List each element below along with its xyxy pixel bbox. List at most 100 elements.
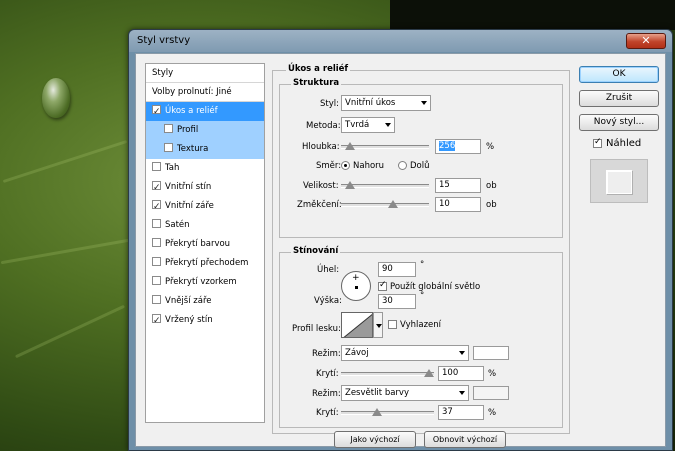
preview-label[interactable]: Náhled xyxy=(606,138,641,149)
direction-down-radio[interactable] xyxy=(398,161,407,170)
sidebar-item[interactable]: Překrytí přechodem xyxy=(146,254,264,273)
technique-dropdown[interactable]: Tvrdá xyxy=(341,117,395,133)
highlight-opacity-slider[interactable] xyxy=(341,369,434,377)
style-label: Styl: xyxy=(320,99,339,109)
sidebar-item-checkbox[interactable] xyxy=(152,295,161,304)
leaf-vein xyxy=(0,238,130,265)
reset-default-button[interactable]: Obnovit výchozí xyxy=(424,431,506,448)
dark-background-area xyxy=(390,0,675,30)
angle-label: Úhel: xyxy=(317,265,340,275)
style-preview-swatch xyxy=(590,159,648,203)
cancel-button[interactable]: Zrušit xyxy=(579,90,659,107)
sidebar-item[interactable]: Volby prolnutí: Jiné xyxy=(146,83,264,102)
layer-style-dialog: Styl vrstvy ✕ Styly Volby prolnutí: Jiné Ú… xyxy=(128,29,673,451)
sidebar-item-checkbox[interactable] xyxy=(152,219,161,228)
soften-value: 10 xyxy=(439,199,450,209)
shadow-opacity-input[interactable]: 37 xyxy=(438,405,484,420)
slider-thumb[interactable] xyxy=(345,142,355,150)
slider-thumb[interactable] xyxy=(388,200,398,208)
ok-button[interactable]: OK xyxy=(579,66,659,83)
global-light-checkbox[interactable] xyxy=(378,280,387,291)
direction-down-label[interactable]: Dolů xyxy=(410,161,430,171)
soften-input[interactable]: 10 xyxy=(435,197,481,212)
sidebar-item[interactable]: Satén xyxy=(146,216,264,235)
direction-up-radio[interactable] xyxy=(341,161,350,170)
highlight-mode-value: Závoj xyxy=(345,348,369,358)
altitude-label: Výška: xyxy=(314,296,342,306)
altitude-unit: ° xyxy=(420,291,425,301)
slider-thumb[interactable] xyxy=(345,181,355,189)
gloss-contour-picker[interactable] xyxy=(341,312,373,338)
slider-thumb[interactable] xyxy=(372,408,382,416)
sidebar-item[interactable]: Textura xyxy=(146,140,264,159)
altitude-input[interactable]: 30 xyxy=(378,294,416,309)
contour-curve-icon xyxy=(343,313,372,337)
leaf-vein xyxy=(14,304,126,359)
chevron-down-icon xyxy=(459,391,465,395)
make-default-button[interactable]: Jako výchozí xyxy=(334,431,416,448)
sidebar-item-label: Volby prolnutí: Jiné xyxy=(152,87,232,97)
sidebar-item[interactable]: Profil xyxy=(146,121,264,140)
sidebar-item[interactable]: Překrytí vzorkem xyxy=(146,273,264,292)
sidebar-item[interactable]: Styly xyxy=(146,64,264,83)
highlight-mode-label: Režim: xyxy=(312,349,341,359)
preview-checkbox[interactable] xyxy=(593,137,602,148)
sidebar-item-checkbox[interactable] xyxy=(152,257,161,266)
sidebar-item-checkbox[interactable] xyxy=(152,238,161,247)
sidebar-item-checkbox[interactable] xyxy=(164,124,173,133)
antialias-label[interactable]: Vyhlazení xyxy=(400,320,441,330)
sidebar-item-label: Tah xyxy=(165,163,180,173)
antialias-checkbox[interactable] xyxy=(388,320,397,329)
sidebar-item-checkbox[interactable] xyxy=(152,162,161,171)
sidebar-item-label: Překrytí barvou xyxy=(165,239,231,249)
sidebar-item[interactable]: Vnější záře xyxy=(146,292,264,311)
depth-input[interactable]: 256 xyxy=(435,139,481,154)
shadow-mode-dropdown[interactable]: Zesvětlit barvy xyxy=(341,385,469,401)
sidebar-item-checkbox[interactable] xyxy=(152,179,161,198)
shadow-color-swatch[interactable] xyxy=(473,386,509,400)
shadow-opacity-slider[interactable] xyxy=(341,408,434,416)
highlight-color-swatch[interactable] xyxy=(473,346,509,360)
soften-slider[interactable] xyxy=(341,200,429,208)
sidebar-item-label: Textura xyxy=(177,144,209,154)
sidebar-item[interactable]: Vnitřní stín xyxy=(146,178,264,198)
sidebar-item-checkbox[interactable] xyxy=(152,276,161,285)
preview-square xyxy=(606,170,632,194)
sidebar-item-label: Vnitřní stín xyxy=(165,182,212,192)
gloss-contour-dropdown[interactable] xyxy=(373,312,383,338)
highlight-opacity-input[interactable]: 100 xyxy=(438,366,484,381)
sidebar-item-label: Profil xyxy=(177,125,199,135)
direction-up-label[interactable]: Nahoru xyxy=(353,161,384,171)
sidebar-item[interactable]: Překrytí barvou xyxy=(146,235,264,254)
soften-unit: ob xyxy=(486,200,497,210)
sidebar-item-checkbox[interactable] xyxy=(152,103,161,122)
sidebar-item[interactable]: Úkos a reliéf xyxy=(146,102,264,122)
depth-label: Hloubka: xyxy=(302,142,340,152)
style-dropdown[interactable]: Vnitřní úkos xyxy=(341,95,431,111)
depth-slider[interactable] xyxy=(341,142,429,150)
new-style-button[interactable]: Nový styl... xyxy=(579,114,659,131)
sidebar-item-label: Vnější záře xyxy=(165,296,212,306)
slider-thumb[interactable] xyxy=(424,369,434,377)
highlight-mode-dropdown[interactable]: Závoj xyxy=(341,345,469,361)
size-slider[interactable] xyxy=(341,181,429,189)
chevron-down-icon xyxy=(421,101,427,105)
chevron-down-icon xyxy=(459,351,465,355)
sidebar-item-checkbox[interactable] xyxy=(164,143,173,152)
sidebar-item[interactable]: Vnitřní záře xyxy=(146,197,264,217)
sidebar-item-checkbox[interactable] xyxy=(152,198,161,217)
sidebar-item[interactable]: Tah xyxy=(146,159,264,178)
close-button[interactable]: ✕ xyxy=(626,33,666,49)
angle-dial[interactable]: + xyxy=(341,271,371,301)
leaf-vein xyxy=(2,139,128,184)
shadow-opacity-label: Krytí: xyxy=(316,408,339,418)
depth-unit: % xyxy=(486,142,495,152)
size-input[interactable]: 15 xyxy=(435,178,481,193)
global-light-label[interactable]: Použít globální světlo xyxy=(390,282,480,292)
sidebar-item-label: Vržený stín xyxy=(165,315,213,325)
sidebar-item[interactable]: Vržený stín xyxy=(146,311,264,331)
title-bar[interactable]: Styl vrstvy ✕ xyxy=(129,30,672,52)
sidebar-item-checkbox[interactable] xyxy=(152,312,161,331)
angle-input[interactable]: 90 xyxy=(378,262,416,277)
technique-label: Metoda: xyxy=(306,121,341,131)
